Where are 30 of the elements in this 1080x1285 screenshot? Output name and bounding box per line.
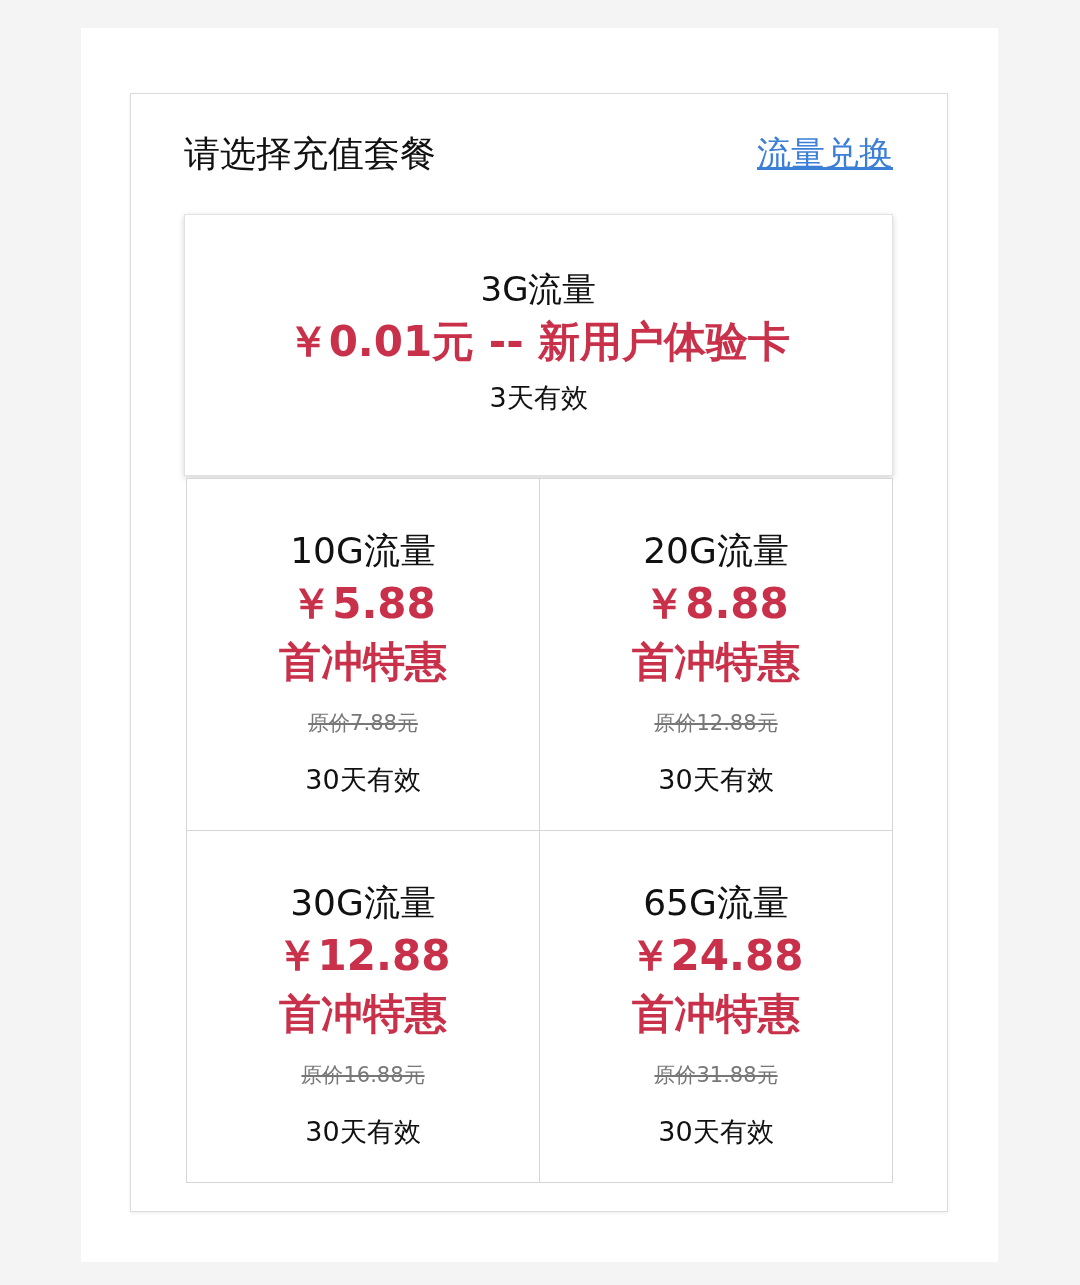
section-title: 请选择充值套餐 [184, 131, 436, 176]
plan-name: 3G流量 [480, 268, 597, 311]
plan-validity: 30天有效 [658, 1115, 774, 1149]
plan-name: 65G流量 [643, 881, 789, 925]
plan-validity: 30天有效 [305, 763, 421, 797]
plan-validity: 3天有效 [489, 381, 588, 415]
plan-name: 10G流量 [290, 529, 436, 573]
plan-price: ￥8.88 [643, 578, 789, 630]
original-price: 原价31.88元 [654, 1062, 778, 1089]
plan-card[interactable]: 10G流量 ￥5.88 首冲特惠 原价7.88元 30天有效 [187, 479, 540, 831]
plan-card[interactable]: 3G流量 ￥0.01元 -- 新用户体验卡 3天有效 [184, 214, 893, 476]
plan-card[interactable]: 65G流量 ￥24.88 首冲特惠 原价31.88元 30天有效 [540, 831, 893, 1183]
promo-label: 首冲特惠 [632, 636, 800, 688]
plan-price: ￥12.88 [275, 930, 451, 982]
exchange-link[interactable]: 流量兑换 [757, 131, 893, 177]
plan-card[interactable]: 30G流量 ￥12.88 首冲特惠 原价16.88元 30天有效 [187, 831, 540, 1183]
plan-name: 20G流量 [643, 529, 789, 573]
plan-name: 30G流量 [290, 881, 436, 925]
promo-label: 首冲特惠 [279, 988, 447, 1040]
original-price: 原价16.88元 [301, 1062, 425, 1089]
plan-validity: 30天有效 [658, 763, 774, 797]
plan-card[interactable]: 20G流量 ￥8.88 首冲特惠 原价12.88元 30天有效 [540, 479, 893, 831]
plan-validity: 30天有效 [305, 1115, 421, 1149]
promo-label: 首冲特惠 [279, 636, 447, 688]
plan-price: ￥0.01元 -- 新用户体验卡 [286, 316, 791, 368]
plan-price: ￥24.88 [628, 930, 804, 982]
promo-label: 首冲特惠 [632, 988, 800, 1040]
original-price: 原价12.88元 [654, 710, 778, 737]
plan-price: ￥5.88 [290, 578, 436, 630]
original-price: 原价7.88元 [308, 710, 418, 737]
